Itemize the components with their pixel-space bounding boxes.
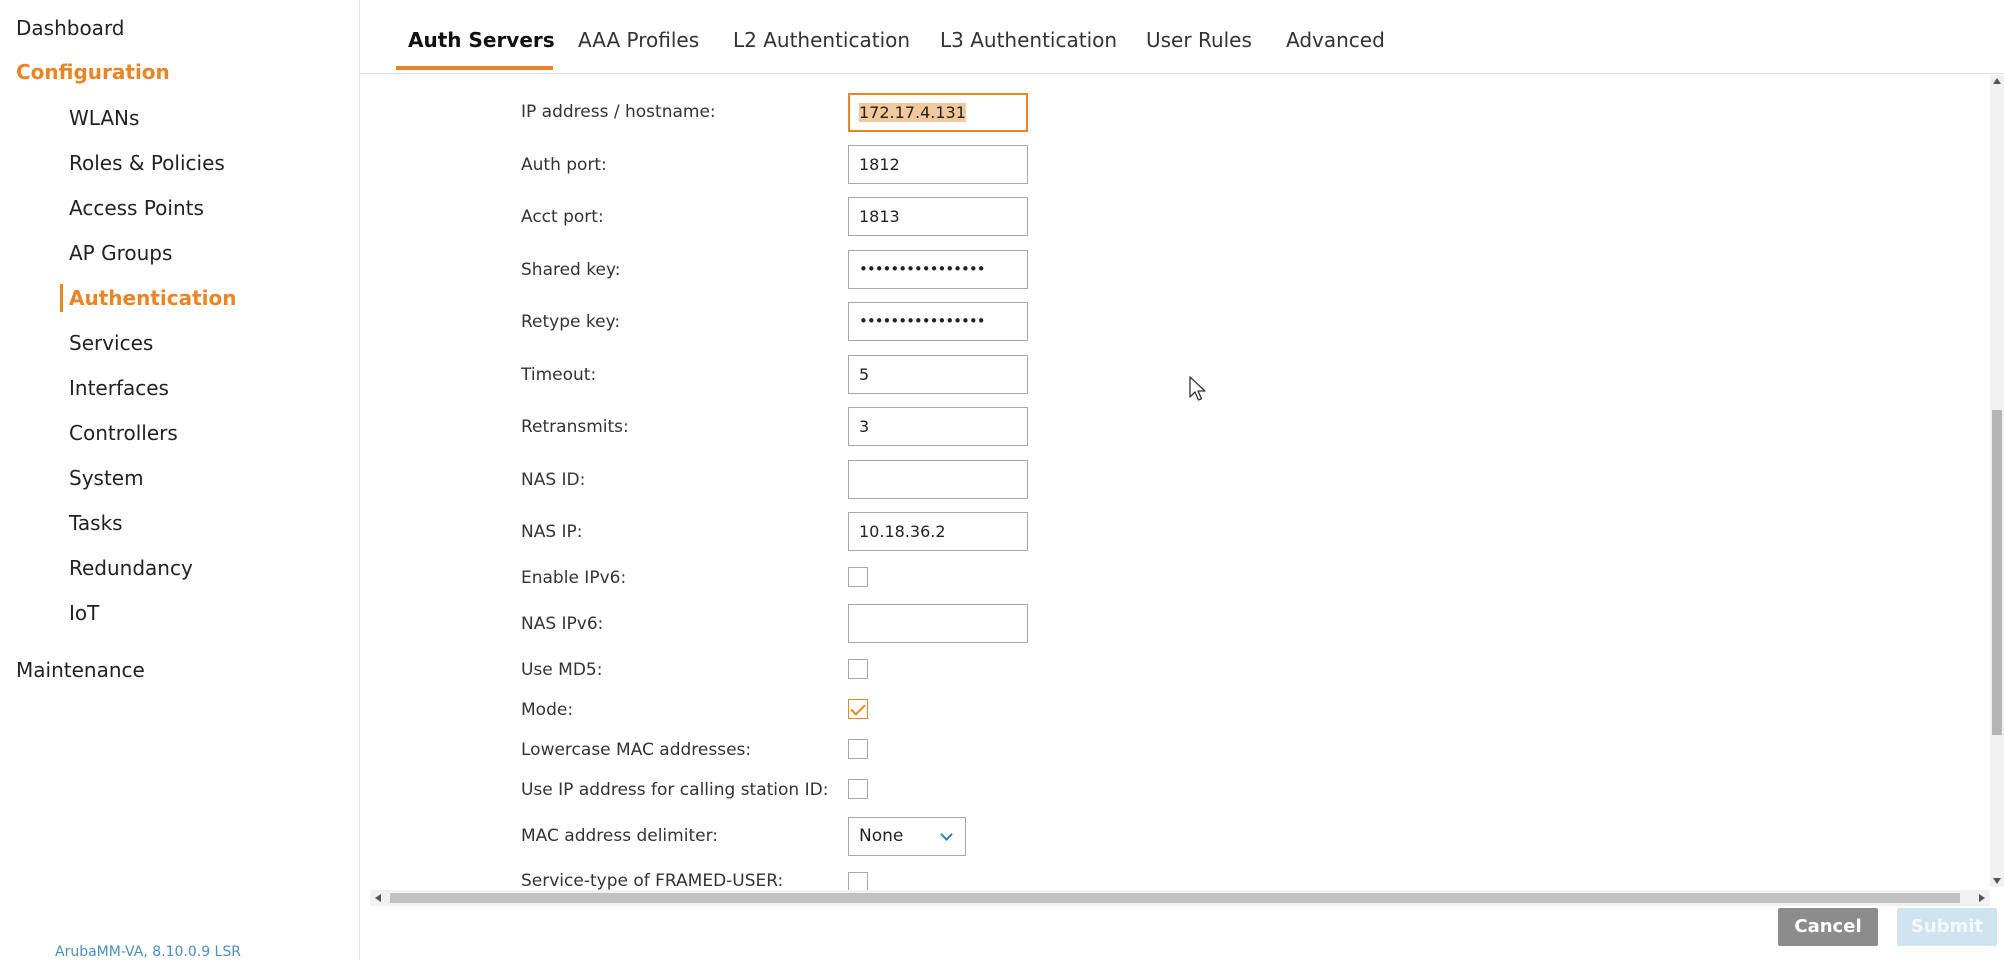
sidebar-item-interfaces[interactable]: Interfaces	[69, 373, 169, 403]
nas-id-label: NAS ID:	[521, 470, 586, 490]
shared-key-label: Shared key:	[521, 260, 621, 280]
retransmits-input[interactable]: 3	[848, 407, 1028, 446]
sidebar-item-iot[interactable]: IoT	[69, 598, 99, 628]
mac-delimiter-label: MAC address delimiter:	[521, 826, 718, 846]
mode-label: Mode:	[521, 700, 574, 720]
sidebar: Dashboard Configuration WLANs Roles & Po…	[0, 0, 360, 960]
retransmits-label: Retransmits:	[521, 417, 629, 437]
retype-key-label: Retype key:	[521, 312, 621, 332]
scroll-up-icon[interactable]	[1993, 78, 2001, 84]
tab-advanced[interactable]: Advanced	[1286, 28, 1385, 52]
cancel-button[interactable]: Cancel	[1778, 908, 1878, 946]
service-type-label: Service-type of FRAMED-USER:	[521, 871, 784, 890]
nav-configuration[interactable]: Configuration	[16, 60, 170, 84]
enable-ipv6-checkbox[interactable]	[848, 567, 868, 587]
tab-bar: Auth Servers AAA Profiles L2 Authenticat…	[360, 0, 2004, 74]
scroll-right-icon[interactable]	[1979, 894, 1985, 902]
timeout-label: Timeout:	[521, 365, 597, 385]
nas-id-input[interactable]	[848, 460, 1028, 499]
sidebar-item-redundancy[interactable]: Redundancy	[69, 553, 193, 583]
retype-key-input[interactable]: ••••••••••••••••	[848, 302, 1028, 341]
auth-port-label: Auth port:	[521, 155, 607, 175]
sidebar-item-authentication[interactable]: Authentication	[69, 283, 236, 313]
mac-delimiter-value: None	[859, 826, 904, 846]
sidebar-item-tasks[interactable]: Tasks	[69, 508, 123, 538]
tab-auth-servers[interactable]: Auth Servers	[408, 28, 555, 52]
enable-ipv6-label: Enable IPv6:	[521, 568, 627, 588]
use-ip-calling-label: Use IP address for calling station ID:	[521, 780, 829, 800]
mac-delimiter-select[interactable]: None	[848, 817, 966, 856]
sidebar-item-controllers[interactable]: Controllers	[69, 418, 178, 448]
tab-active-underline	[396, 66, 553, 70]
mouse-cursor-icon	[1189, 376, 1206, 401]
nav-dashboard[interactable]: Dashboard	[16, 16, 125, 40]
scroll-left-icon[interactable]	[375, 894, 381, 902]
sidebar-item-system[interactable]: System	[69, 463, 144, 493]
service-type-checkbox[interactable]	[848, 872, 868, 890]
vertical-scrollbar[interactable]	[1990, 75, 2004, 887]
sidebar-item-wlans[interactable]: WLANs	[69, 103, 139, 133]
use-md5-checkbox[interactable]	[848, 659, 868, 679]
nas-ip-input[interactable]: 10.18.36.2	[848, 512, 1028, 551]
auth-port-input[interactable]: 1812	[848, 145, 1028, 184]
sidebar-item-access-points[interactable]: Access Points	[69, 193, 204, 223]
active-indicator	[60, 284, 63, 312]
timeout-input[interactable]: 5	[848, 355, 1028, 394]
nav-maintenance[interactable]: Maintenance	[16, 658, 145, 682]
horizontal-scroll-thumb[interactable]	[390, 893, 1960, 903]
mode-checkbox[interactable]	[848, 699, 868, 719]
nas-ipv6-input[interactable]	[848, 604, 1028, 643]
horizontal-scrollbar[interactable]	[370, 890, 1990, 906]
tab-user-rules[interactable]: User Rules	[1146, 28, 1252, 52]
vertical-scroll-thumb[interactable]	[1992, 410, 2002, 735]
use-md5-label: Use MD5:	[521, 660, 603, 680]
lowercase-mac-checkbox[interactable]	[848, 739, 868, 759]
acct-port-input[interactable]: 1813	[848, 197, 1028, 236]
acct-port-label: Acct port:	[521, 207, 604, 227]
ip-hostname-value: 172.17.4.131	[859, 103, 966, 122]
sidebar-item-services[interactable]: Services	[69, 328, 153, 358]
ip-hostname-input[interactable]: 172.17.4.131	[848, 93, 1028, 132]
version-label: ArubaMM-VA, 8.10.0.9 LSR	[55, 944, 241, 960]
nas-ipv6-label: NAS IPv6:	[521, 614, 604, 634]
sidebar-item-roles-policies[interactable]: Roles & Policies	[69, 148, 225, 178]
scroll-down-icon[interactable]	[1993, 878, 2001, 884]
ip-hostname-label: IP address / hostname:	[521, 102, 716, 122]
tab-l3-authentication[interactable]: L3 Authentication	[940, 28, 1117, 52]
use-ip-calling-checkbox[interactable]	[848, 779, 868, 799]
submit-button[interactable]: Submit	[1897, 908, 1997, 946]
tab-l2-authentication[interactable]: L2 Authentication	[733, 28, 910, 52]
chevron-down-icon	[940, 828, 953, 841]
shared-key-input[interactable]: ••••••••••••••••	[848, 250, 1028, 289]
auth-server-form: IP address / hostname: 172.17.4.131 Auth…	[370, 75, 1966, 890]
tab-aaa-profiles[interactable]: AAA Profiles	[578, 28, 699, 52]
sidebar-item-ap-groups[interactable]: AP Groups	[69, 238, 172, 268]
lowercase-mac-label: Lowercase MAC addresses:	[521, 740, 752, 760]
nas-ip-label: NAS IP:	[521, 522, 583, 542]
